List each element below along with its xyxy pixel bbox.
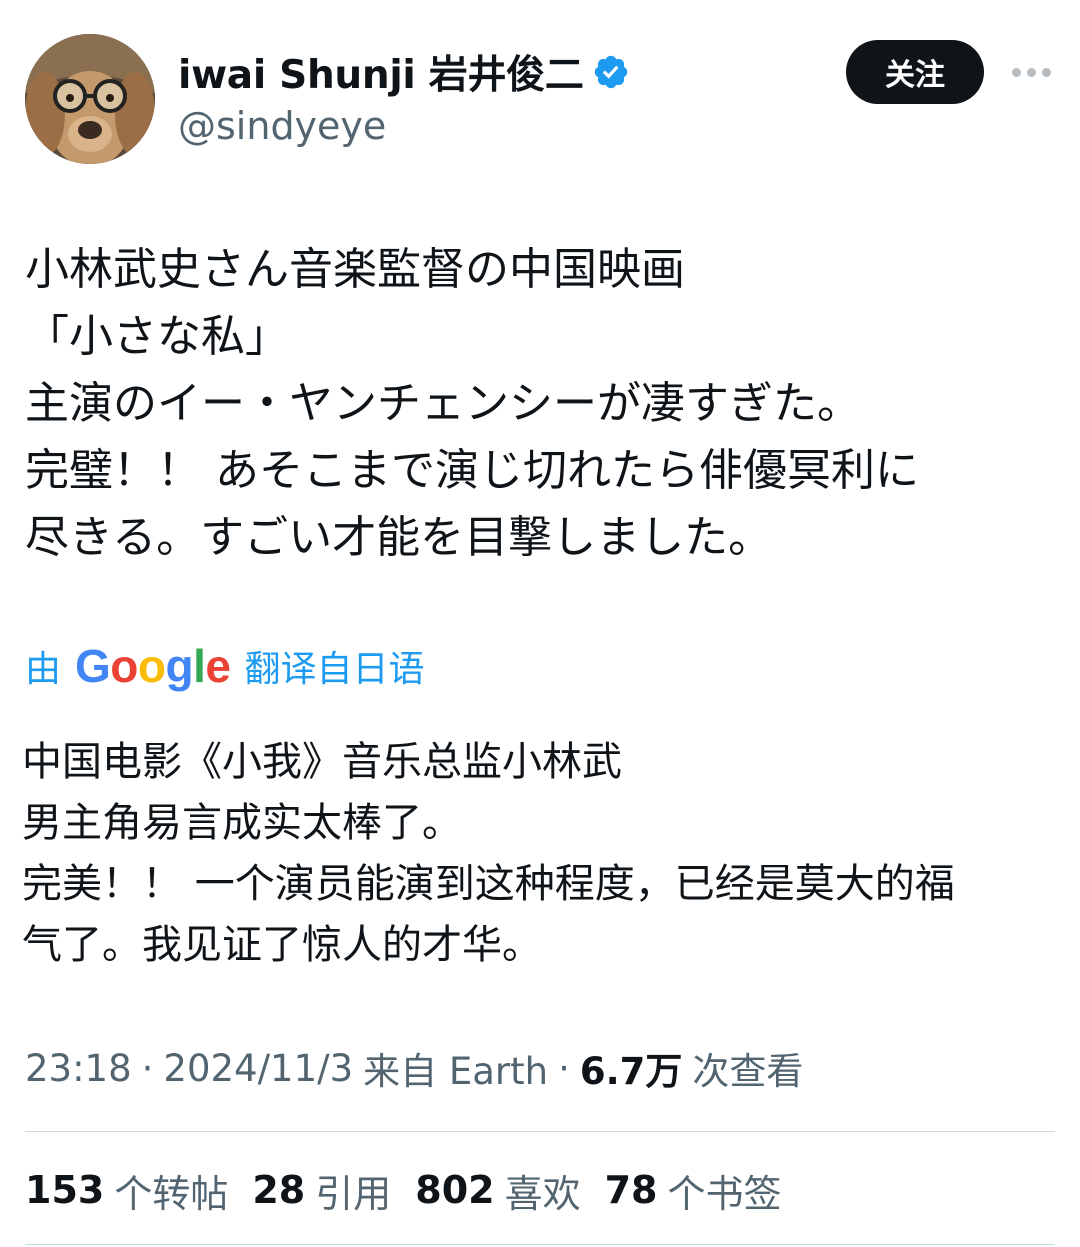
- display-name-row[interactable]: iwai Shunji 岩井俊二: [178, 44, 630, 100]
- dog-avatar-image: [25, 34, 155, 164]
- dot: [1026, 67, 1036, 77]
- bookmarks-label: 个书签: [667, 1171, 782, 1216]
- quotes-count: 28: [252, 1168, 306, 1212]
- bookmarks-stat[interactable]: 78 个书签: [605, 1163, 782, 1218]
- quotes-label: 引用: [315, 1171, 392, 1216]
- tweet-date[interactable]: 2024/11/3: [163, 1047, 353, 1090]
- translated-line: 男主角易言成实太棒了。: [22, 800, 462, 846]
- retweets-count: 153: [25, 1168, 105, 1212]
- bookmarks-count: 78: [604, 1168, 658, 1212]
- translated-line: 完美！！ 一个演员能演到这种程度，已经是莫大的福: [22, 861, 955, 907]
- divider: [25, 1131, 1055, 1132]
- views-label: 次查看: [692, 1050, 804, 1093]
- tweet-line: 尽きる。すごい才能を目撃しました。: [25, 512, 773, 563]
- tweet-source: 来自 Earth: [363, 1050, 549, 1093]
- translation-attribution[interactable]: 由 Google 翻译自日语: [25, 636, 425, 696]
- quotes-stat[interactable]: 28 引用: [252, 1163, 391, 1218]
- retweets-label: 个转帖: [114, 1171, 229, 1216]
- tweet-line: 小林武史さん音楽監督の中国映画: [25, 244, 685, 295]
- separator: ·: [141, 1046, 154, 1090]
- translated-line: 中国电影《小我》音乐总监小林武: [22, 739, 622, 785]
- translated-line: 气了。我见证了惊人的才华。: [22, 922, 542, 968]
- avatar[interactable]: [25, 34, 155, 164]
- views-count: 6.7万: [579, 1050, 683, 1093]
- tweet-line: 主演のイー・ヤンチェンシーが凄すぎた。: [25, 378, 861, 429]
- tweet-meta: 23:18 · 2024/11/3 来自 Earth · 6.7万 次查看: [25, 1040, 803, 1096]
- tweet-time[interactable]: 23:18: [25, 1047, 132, 1090]
- likes-label: 喜欢: [504, 1171, 581, 1216]
- translation-suffix: 翻译自日语: [244, 649, 425, 690]
- translated-text: 中国电影《小我》音乐总监小林武 男主角易言成实太棒了。 完美！！ 一个演员能演到…: [22, 732, 1058, 976]
- tweet-line: 完璧！！ あそこまで演じ切れたら俳優冥利に: [25, 445, 919, 496]
- likes-count: 802: [415, 1168, 495, 1212]
- retweets-stat[interactable]: 153 个转帖: [25, 1163, 228, 1218]
- engagement-stats: 153 个转帖 28 引用 802 喜欢 78 个书签: [25, 1162, 806, 1218]
- dot: [1011, 67, 1021, 77]
- tweet-line: 「小さな私」: [25, 311, 289, 362]
- translation-prefix: 由: [25, 649, 62, 690]
- google-logo: Google: [75, 640, 231, 692]
- more-options-icon[interactable]: [1006, 52, 1056, 92]
- tweet-text: 小林武史さん音楽監督の中国映画 「小さな私」 主演のイー・ヤンチェンシーが凄すぎ…: [25, 236, 1055, 571]
- dot: [1041, 67, 1051, 77]
- likes-stat[interactable]: 802 喜欢: [415, 1163, 580, 1218]
- user-handle[interactable]: @sindyeye: [178, 104, 386, 148]
- divider: [25, 1244, 1055, 1245]
- display-name[interactable]: iwai Shunji 岩井俊二: [178, 44, 584, 100]
- verified-badge-icon: [594, 55, 627, 89]
- follow-button[interactable]: 关注: [846, 40, 984, 104]
- separator: ·: [558, 1046, 570, 1090]
